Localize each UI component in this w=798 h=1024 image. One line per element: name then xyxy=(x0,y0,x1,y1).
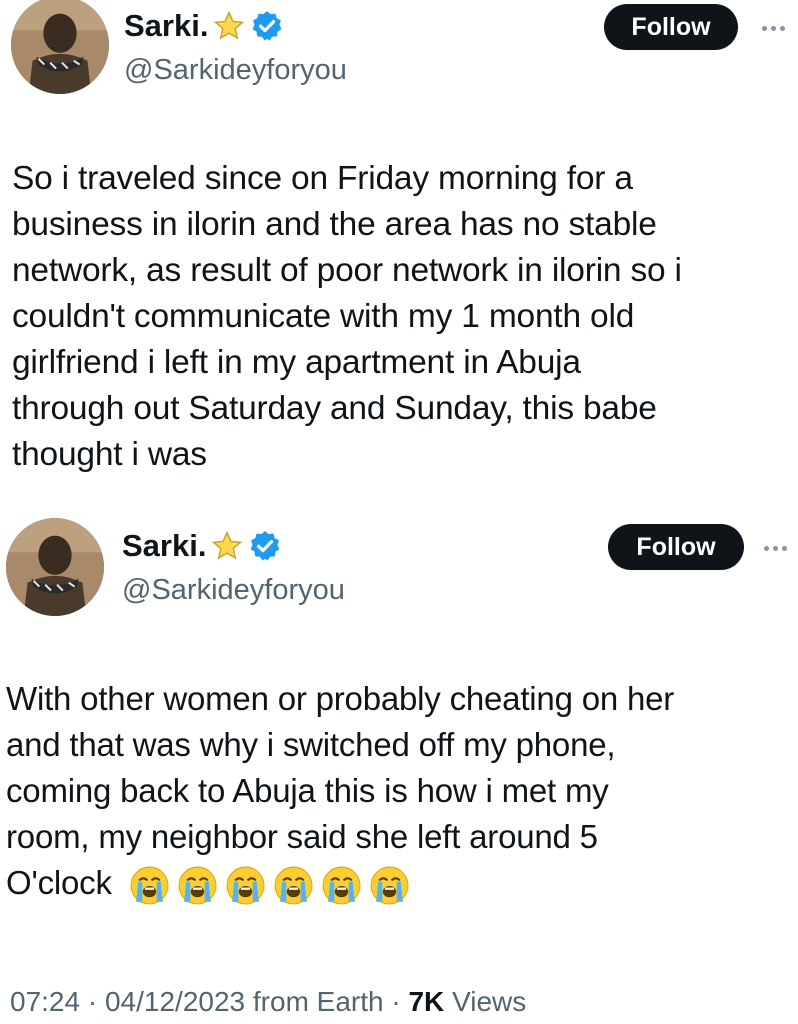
verified-icon[interactable] xyxy=(248,529,282,563)
tweet-text-line: couldn't communicate with my 1 month old xyxy=(12,298,635,335)
tweet-1: Sarki. @Sarkideyforyou Follow So i trave… xyxy=(0,0,798,510)
loudly-crying-face-icon xyxy=(130,866,169,905)
tweet-text-fragment: O'clock xyxy=(6,864,112,901)
loudly-crying-face-icon xyxy=(274,866,313,905)
tweet-2: Sarki. @Sarkideyforyou Follow With other… xyxy=(0,512,798,1024)
verified-icon[interactable] xyxy=(250,9,284,43)
tweet-time[interactable]: 07:24 xyxy=(10,986,80,1017)
avatar-image xyxy=(6,518,104,616)
star-icon xyxy=(212,530,243,560)
emoji-row xyxy=(129,865,410,906)
tweet-text-line: network, as result of poor network in il… xyxy=(12,252,682,289)
more-icon[interactable] xyxy=(762,22,792,34)
loudly-crying-face-icon xyxy=(322,866,361,905)
author-name[interactable]: Sarki. xyxy=(122,528,206,564)
tweet-text-line: So i traveled since on Friday morning fo… xyxy=(12,160,633,197)
tweet-text: With other women or probably cheating on… xyxy=(6,676,674,906)
loudly-crying-face-icon xyxy=(370,866,409,905)
tweet-text: So i traveled since on Friday morning fo… xyxy=(12,156,682,478)
tweet-source: from Earth xyxy=(252,986,384,1017)
tweet-text-line: thought i was xyxy=(12,436,207,473)
avatar[interactable] xyxy=(11,0,109,94)
star-icon xyxy=(214,10,245,40)
tweet-text-line: girlfriend i left in my apartment in Abu… xyxy=(12,344,581,381)
tweet-text-line: and that was why i switched off my phone… xyxy=(6,726,616,763)
tweet-text-line: business in ilorin and the area has no s… xyxy=(12,206,657,243)
tweet-text-line: O'clock xyxy=(6,860,674,906)
tweet-text-line: room, my neighbor said she left around 5 xyxy=(6,818,598,855)
follow-button[interactable]: Follow xyxy=(608,524,744,570)
meta-separator: · xyxy=(87,986,98,1017)
views-label[interactable]: Views xyxy=(452,986,526,1017)
tweet-meta: 07:24 · 04/12/2023 from Earth · 7K Views xyxy=(10,986,526,1018)
tweet-text-line: With other women or probably cheating on… xyxy=(6,680,675,717)
author-handle[interactable]: @Sarkideyforyou xyxy=(122,574,345,607)
author-handle[interactable]: @Sarkideyforyou xyxy=(124,54,347,87)
tweet-date[interactable]: 04/12/2023 xyxy=(105,986,245,1017)
avatar[interactable] xyxy=(6,518,104,616)
loudly-crying-face-icon xyxy=(226,866,265,905)
tweet-text-line: through out Saturday and Sunday, this ba… xyxy=(12,390,657,427)
meta-separator: · xyxy=(391,986,401,1017)
tweet-text-line: coming back to Abuja this is how i met m… xyxy=(6,772,609,809)
author-name[interactable]: Sarki. xyxy=(124,8,208,44)
loudly-crying-face-icon xyxy=(178,866,217,905)
more-icon[interactable] xyxy=(764,542,794,554)
follow-button[interactable]: Follow xyxy=(604,4,738,50)
views-count[interactable]: 7K xyxy=(408,986,444,1017)
avatar-image xyxy=(11,0,109,94)
